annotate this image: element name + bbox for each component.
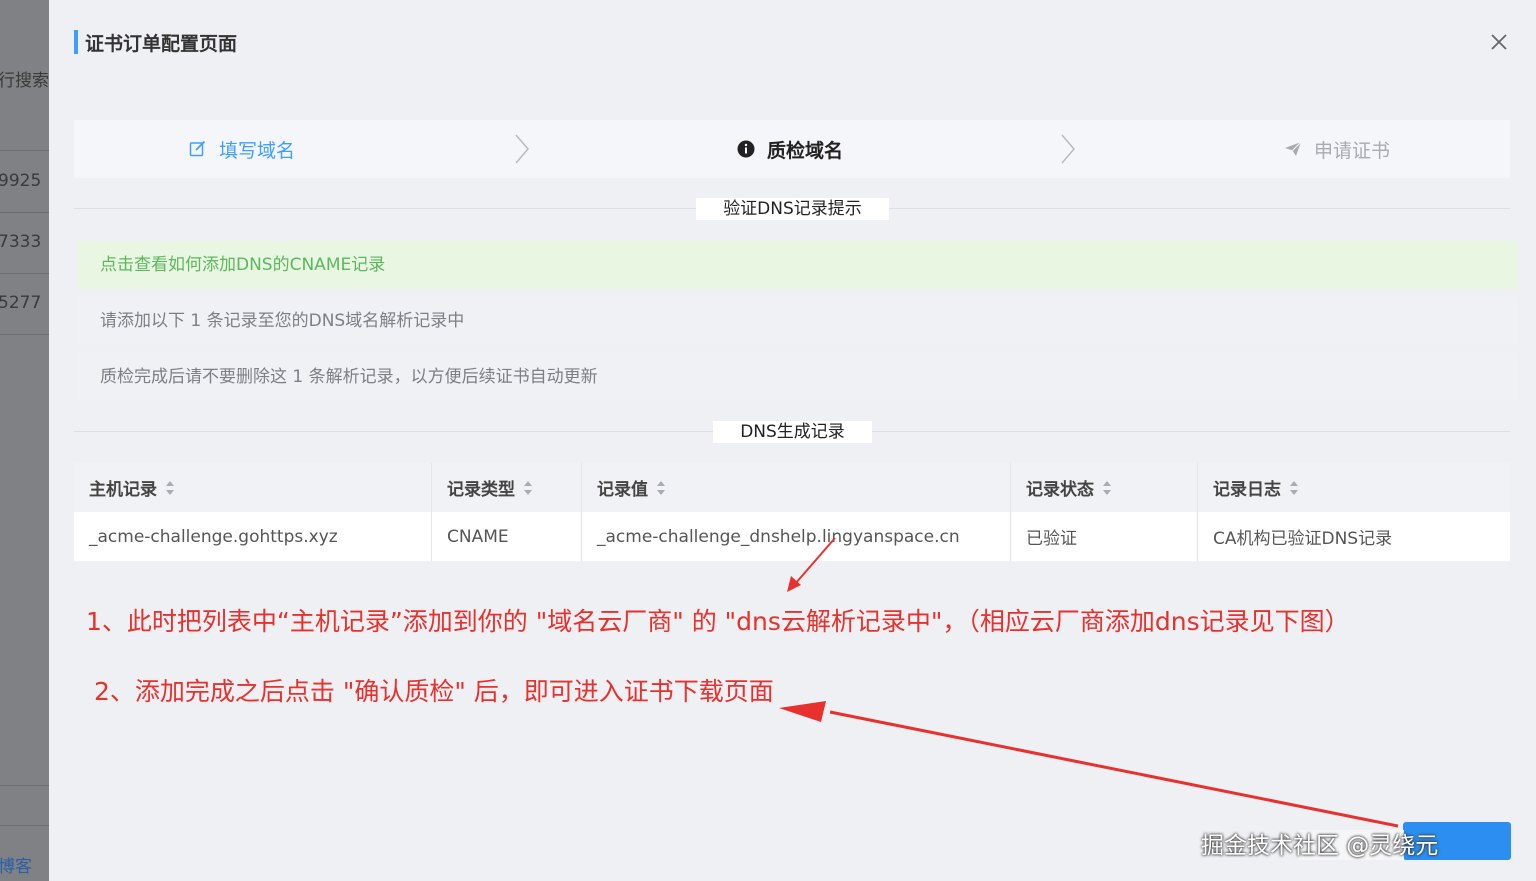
watermark: 掘金技术社区 @灵绕元 [1201, 833, 1439, 859]
arrow-to-record-value [787, 537, 836, 592]
annotation-arrows [779, 537, 1399, 828]
arrow-to-confirm-button [779, 701, 1399, 828]
